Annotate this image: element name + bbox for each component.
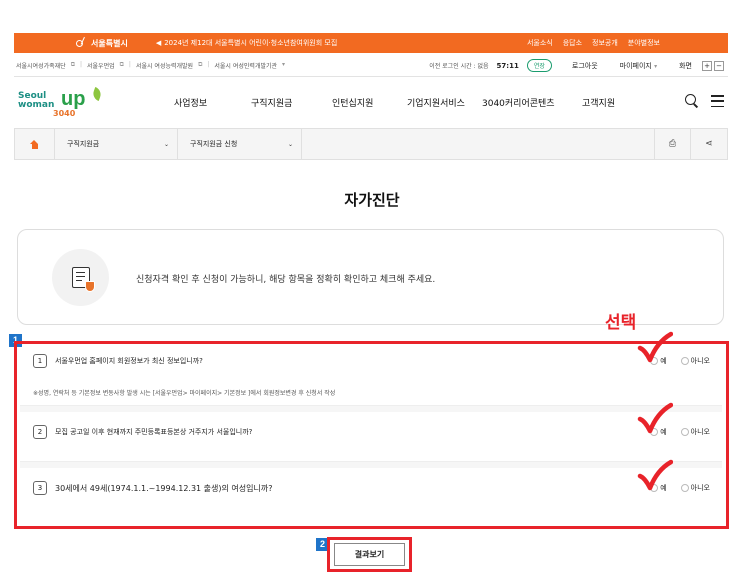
logo-woman: woman — [18, 100, 55, 110]
share-button[interactable]: ⋖ — [691, 129, 727, 159]
external-link-icon: ⧉ — [198, 61, 203, 68]
nav-customer-support[interactable]: 고객지원 — [582, 96, 615, 109]
seoul-seal-icon — [76, 38, 88, 48]
checkmark-icon — [637, 330, 674, 366]
link-seoul-news[interactable]: 서울소식 — [527, 38, 553, 48]
checkmark-icon — [637, 401, 674, 437]
option-no-label: 아니오 — [690, 428, 710, 436]
notice-link[interactable]: ◀ 2024년 제12대 서울특별시 어린이·청소년참여위원회 모집 — [156, 38, 337, 48]
nav-job-subsidy[interactable]: 구직지원금 — [251, 96, 332, 109]
breadcrumb: 구직지원금 ⌄ 구직지원금 신청 ⌄ ⎙ ⋖ — [14, 128, 728, 160]
question-row: 2 모집 공고일 이후 현재까지 주민등록표등본상 거주지가 서울입니까? 예 … — [20, 425, 722, 439]
option-no[interactable]: 아니오 — [680, 483, 710, 493]
info-message: 신청자격 확인 후 신청이 가능하니, 해당 항목을 정확히 확인하고 체크해 … — [136, 275, 436, 285]
breadcrumb-level1: 구직지원금 — [67, 140, 100, 148]
seoul-logo[interactable]: 서울특별시 — [76, 38, 128, 49]
question-row: 3 30세에서 49세(1974.1.1.~1994.12.31 출생)의 여성… — [20, 481, 722, 495]
session-timer: 57:11 — [496, 61, 519, 70]
result-button[interactable]: 결과보기 — [334, 543, 405, 566]
logo-up: up — [61, 88, 86, 110]
site-header: Seoul woman up 3040 사업정보 구직지원금 인턴십지원 기업지… — [14, 80, 728, 126]
question-text: 모집 공고일 이후 현재까지 주민등록표등본상 거주지가 서울입니까? — [55, 428, 253, 436]
main-nav: 사업정보 구직지원금 인턴십지원 기업지원서비스 3040커리어콘텐츠 고객지원 — [174, 96, 615, 109]
zoom-in-button[interactable]: + — [702, 60, 712, 71]
nav-company-service[interactable]: 기업지원서비스 — [407, 96, 482, 109]
radio-no[interactable] — [680, 428, 689, 436]
nav-business-info[interactable]: 사업정보 — [174, 96, 251, 109]
breadcrumb-dropdown-2[interactable]: 구직지원금 신청 ⌄ — [178, 129, 302, 159]
checkmark-icon — [637, 458, 674, 494]
question-number: 1 — [33, 354, 47, 368]
question-note: ※성명, 연락처 등 기본정보 변동사항 발생 시는 [서울우먼업> 마이페이지… — [33, 390, 336, 397]
question-text: 30세에서 49세(1974.1.1.~1994.12.31 출생)의 여성입니… — [55, 483, 273, 493]
question-number: 3 — [33, 481, 47, 495]
option-no[interactable]: 아니오 — [680, 427, 710, 437]
share-icon: ⋖ — [705, 139, 713, 149]
site-link-agencies[interactable]: 서울시 여성인력개발기관 — [214, 61, 277, 70]
divider — [20, 405, 722, 412]
option-no-label: 아니오 — [690, 484, 710, 492]
breadcrumb-level2: 구직지원금 신청 — [190, 140, 238, 148]
chevron-down-icon: ▾ — [654, 62, 658, 70]
notice-text: 2024년 제12대 서울특별시 어린이·청소년참여위원회 모집 — [164, 39, 338, 47]
mypage-label: 마이페이지 — [619, 61, 652, 70]
nav-career-content[interactable]: 3040커리어콘텐츠 — [482, 96, 582, 109]
home-icon — [30, 139, 39, 149]
highlight-frame-result: 결과보기 — [327, 537, 412, 572]
page-title: 자가진단 — [344, 191, 400, 209]
site-link-foundation[interactable]: 서울시여성가족재단 — [16, 61, 66, 70]
link-info-disclosure[interactable]: 정보공개 — [592, 38, 618, 48]
breadcrumb-dropdown-1[interactable]: 구직지원금 ⌄ — [55, 129, 178, 159]
leaf-icon — [91, 86, 103, 102]
info-icon-circle — [52, 249, 109, 306]
utility-bar: 서울시여성가족재단 ⧉ | 서울우먼업 ⧉ | 서울시 여성능력개발원 ⧉ | 서울시 여성… — [14, 55, 728, 77]
document-check-icon — [71, 267, 95, 292]
home-button[interactable] — [15, 129, 55, 159]
option-no-label: 아니오 — [690, 357, 710, 365]
question-text: 서울우먼업 홈페이지 회원정보가 최신 정보입니까? — [55, 357, 203, 365]
external-link-icon: ⧉ — [70, 61, 75, 68]
chevron-down-icon: ⌄ — [163, 140, 169, 148]
menu-icon[interactable] — [711, 95, 724, 107]
radio-no[interactable] — [680, 484, 689, 492]
question-number: 2 — [33, 425, 47, 439]
print-icon: ⎙ — [668, 139, 677, 149]
link-eungdapso[interactable]: 응답소 — [563, 38, 582, 48]
logout-link[interactable]: 로그아웃 — [572, 61, 598, 71]
extend-session-button[interactable]: 연장 — [526, 59, 552, 72]
logo-3040: 3040 — [53, 109, 76, 118]
mypage-link[interactable]: 마이페이지 ▾ — [620, 61, 657, 71]
zoom-out-button[interactable]: − — [714, 60, 724, 71]
search-icon[interactable] — [685, 94, 699, 108]
link-field-info[interactable]: 분야별정보 — [628, 38, 660, 48]
radio-no[interactable] — [680, 357, 689, 365]
top-banner: 서울특별시 ◀ 2024년 제12대 서울특별시 어린이·청소년참여위원회 모집… — [14, 33, 728, 53]
external-link-icon: ⧉ — [119, 61, 124, 68]
speaker-icon: ◀ — [155, 39, 162, 47]
print-button[interactable]: ⎙ — [655, 129, 691, 159]
last-login-label: 이전 로그인 시간 : 없음 — [429, 63, 489, 70]
divider — [20, 461, 722, 468]
select-annotation: 선택 — [605, 313, 637, 333]
seoul-logo-text: 서울특별시 — [91, 38, 128, 48]
question-row: 1 서울우먼업 홈페이지 회원정보가 최신 정보입니까? 예 아니오 — [20, 354, 722, 368]
seoul-womanup-logo[interactable]: Seoul woman up 3040 — [14, 80, 124, 126]
chevron-down-icon: ▾ — [282, 61, 286, 68]
site-link-womanup[interactable]: 서울우먼업 — [87, 61, 115, 70]
nav-internship[interactable]: 인턴십지원 — [332, 96, 407, 109]
chevron-down-icon: ⌄ — [287, 140, 293, 148]
site-link-development-center[interactable]: 서울시 여성능력개발원 — [136, 61, 193, 70]
option-no[interactable]: 아니오 — [680, 356, 710, 366]
zoom-label: 화면 — [679, 61, 692, 70]
